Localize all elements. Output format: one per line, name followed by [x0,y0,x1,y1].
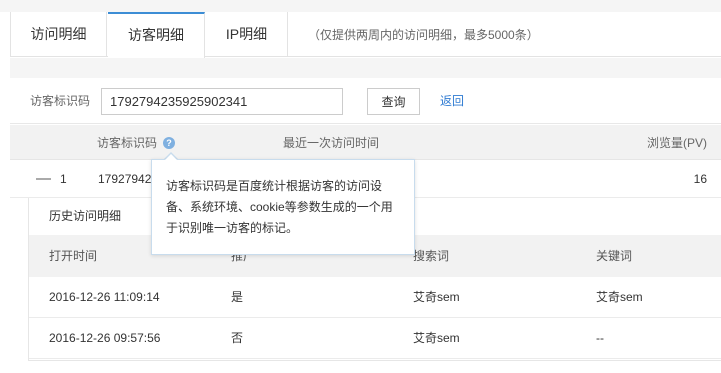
tab-bar: 访问明细 访客明细 IP明细 （仅提供两周内的访问明细，最多5000条） [10,12,721,58]
header-pv: 浏览量(PV) [646,136,707,150]
detail-promo: 是 [231,290,244,304]
tab-note: （仅提供两周内的访问明细，最多5000条） [308,28,539,42]
row-pv: 16 [693,172,707,186]
detail-keyword: 艾奇sem [596,290,643,304]
detail-open-time: 2016-12-26 09:57:56 [49,331,161,345]
section-gap [10,58,721,78]
detail-search-term: 艾奇sem [413,290,460,304]
detail-row: 2016-12-26 09:57:56 否 艾奇sem -- [29,318,721,359]
row-visitor-id: 17927942 [98,172,152,186]
back-link[interactable]: 返回 [440,78,464,124]
table-header: 访客标识码 最近一次访问时间 浏览量(PV) [10,125,721,160]
row-index: 1 [60,172,67,186]
tooltip-arrow-fill [165,154,177,160]
search-label: 访客标识码 [30,94,91,108]
top-gap [0,0,721,12]
detail-promo: 否 [231,331,244,345]
query-button[interactable]: 查询 [367,88,420,115]
detail-header-open-time: 打开时间 [49,249,98,263]
header-last-visit-time: 最近一次访问时间 [283,136,380,150]
detail-open-time: 2016-12-26 11:09:14 [49,290,160,304]
search-bar: 访客标识码 查询 返回 [10,78,721,124]
detail-search-term: 艾奇sem [413,331,460,345]
tab-visit-detail[interactable]: 访问明细 [11,12,107,57]
collapse-toggle-icon[interactable]: — [36,160,51,198]
tooltip-text: 访客标识码是百度统计根据访客的访问设备、系统环境、cookie等参数生成的一个用… [166,179,393,235]
detail-keyword: -- [596,331,604,345]
header-visitor-id: 访客标识码 [97,136,158,150]
visitor-id-input[interactable] [101,88,343,115]
tab-ip-detail[interactable]: IP明细 [206,12,288,57]
tab-visitor-detail[interactable]: 访客明细 [108,12,205,58]
detail-header-search-term: 搜索词 [413,249,450,263]
detail-row: 2016-12-26 11:09:14 是 艾奇sem 艾奇sem [29,277,721,318]
help-tooltip: 访客标识码是百度统计根据访客的访问设备、系统环境、cookie等参数生成的一个用… [151,159,415,255]
detail-header-keyword: 关键词 [596,249,633,263]
history-detail-title: 历史访问明细 [49,209,122,223]
help-icon[interactable]: ? [163,137,175,149]
